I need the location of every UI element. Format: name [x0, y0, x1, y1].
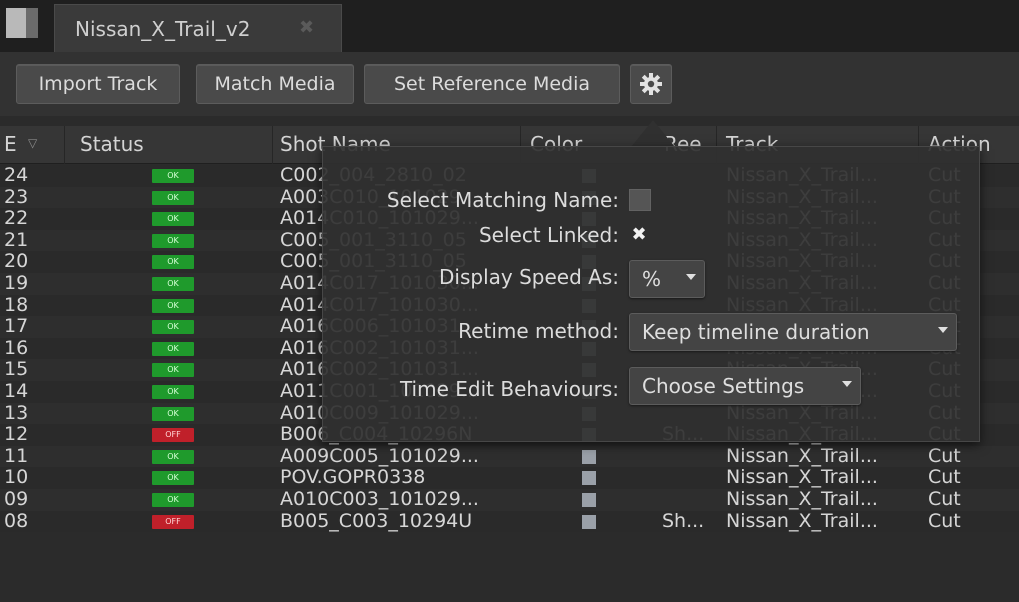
shot-name-cell: A010C003_101029... — [280, 488, 479, 510]
action-cell: Cut — [928, 444, 961, 467]
status-badge: OK — [152, 341, 194, 356]
time-edit-behaviours-value: Choose Settings — [642, 374, 805, 398]
event-cell: 10 — [4, 466, 29, 489]
gear-icon — [640, 73, 662, 95]
select-matching-name-label: Select Matching Name: — [386, 188, 619, 212]
status-badge: OK — [152, 277, 194, 291]
shot-name-cell: POV.GOPR0338 — [280, 466, 426, 489]
retime-method-dropdown[interactable]: Keep timeline duration — [629, 313, 957, 351]
event-cell: 24 — [4, 164, 29, 186]
track-cell: Nissan_X_Trail... — [726, 509, 878, 532]
shot-name-cell: B005_C003_10294U — [280, 509, 473, 532]
table-row[interactable]: 08 B005_C003_10294U Sh... Nissan_X_Trail...… — [0, 509, 1019, 533]
status-badge: OK — [152, 320, 194, 335]
reel-cell: Sh... — [662, 509, 705, 532]
chevron-down-icon — [842, 381, 852, 387]
display-speed-label: Display Speed As: — [439, 265, 619, 289]
status-badge: OFF — [152, 514, 194, 529]
set-reference-media-button[interactable]: Set Reference Media — [364, 64, 620, 104]
color-swatch[interactable] — [582, 514, 596, 529]
popup-arrow — [631, 120, 675, 147]
action-cell: Cut — [928, 509, 961, 532]
action-cell: Cut — [928, 466, 961, 489]
status-badge: OK — [152, 363, 194, 378]
event-cell: 08 — [4, 509, 29, 532]
event-cell: 13 — [4, 401, 29, 424]
track-cell: Nissan_X_Trail... — [726, 466, 878, 489]
close-icon[interactable]: ✖ — [299, 17, 314, 38]
match-media-button[interactable]: Match Media — [196, 64, 354, 104]
event-cell: 15 — [4, 358, 29, 381]
action-cell: Cut — [928, 488, 961, 510]
event-cell: 22 — [4, 207, 29, 230]
color-swatch[interactable] — [582, 471, 596, 486]
event-cell: 18 — [4, 293, 29, 316]
event-cell: 11 — [4, 444, 29, 467]
table-row[interactable]: 09 A010C003_101029... Nissan_X_Trail... Cut… — [0, 489, 1019, 511]
tab-nissan-x-trail[interactable]: Nissan_X_Trail_v2 ✖ — [54, 4, 342, 52]
status-badge: OK — [152, 190, 194, 205]
chevron-down-icon — [686, 274, 696, 280]
event-cell: 12 — [4, 423, 29, 446]
event-cell: 17 — [4, 315, 29, 338]
status-badge: OK — [152, 169, 194, 183]
status-badge: OFF — [152, 428, 194, 443]
select-linked-label: Select Linked: — [478, 223, 619, 247]
status-badge: OK — [152, 406, 194, 421]
toolbar: Import Track Match Media Set Reference M… — [0, 52, 1019, 116]
event-cell: 23 — [4, 185, 29, 208]
status-badge: OK — [152, 255, 194, 270]
column-status[interactable]: Status — [80, 132, 144, 156]
panel-menu-icon[interactable] — [6, 8, 38, 38]
table-row[interactable]: 10 POV.GOPR0338 Nissan_X_Trail... Cut OK — [0, 467, 1019, 489]
event-cell: 16 — [4, 336, 29, 359]
time-edit-behaviours-label: Time Edit Behaviours: — [399, 377, 619, 401]
status-badge: OK — [152, 233, 194, 248]
event-cell: 19 — [4, 272, 29, 294]
tab-title: Nissan_X_Trail_v2 — [75, 17, 251, 41]
chevron-down-icon — [938, 327, 948, 333]
status-badge: OK — [152, 471, 194, 486]
color-swatch[interactable] — [582, 493, 596, 507]
time-edit-behaviours-dropdown[interactable]: Choose Settings — [629, 367, 861, 405]
column-event[interactable]: E — [4, 132, 17, 156]
table-row[interactable]: 11 A009C005_101029... Nissan_X_Trail... Cut… — [0, 444, 1019, 468]
settings-popup: Select Matching Name: Select Linked: ✖ D… — [322, 146, 980, 442]
retime-method-label: Retime method: — [458, 319, 619, 343]
track-cell: Nissan_X_Trail... — [726, 444, 878, 467]
event-cell: 21 — [4, 228, 29, 251]
event-cell: 14 — [4, 380, 29, 402]
event-cell: 09 — [4, 488, 29, 510]
sort-down-icon[interactable]: ▽ — [28, 136, 37, 150]
status-badge: OK — [152, 212, 194, 227]
shot-name-cell: A009C005_101029... — [280, 444, 479, 467]
select-linked-checkbox[interactable]: ✖ — [629, 225, 649, 245]
track-cell: Nissan_X_Trail... — [726, 488, 878, 510]
status-badge: OK — [152, 298, 194, 313]
status-badge: OK — [152, 385, 194, 399]
retime-method-value: Keep timeline duration — [642, 320, 870, 344]
color-swatch[interactable] — [582, 449, 596, 464]
status-badge: OK — [152, 449, 194, 464]
status-badge: OK — [152, 493, 194, 507]
display-speed-dropdown[interactable]: % — [629, 260, 705, 298]
import-track-button[interactable]: Import Track — [16, 64, 180, 104]
tab-bar: Nissan_X_Trail_v2 ✖ — [0, 0, 1019, 52]
select-matching-name-checkbox[interactable] — [629, 189, 651, 211]
display-speed-value: % — [642, 267, 662, 291]
event-cell: 20 — [4, 250, 29, 273]
settings-button[interactable] — [630, 64, 672, 104]
